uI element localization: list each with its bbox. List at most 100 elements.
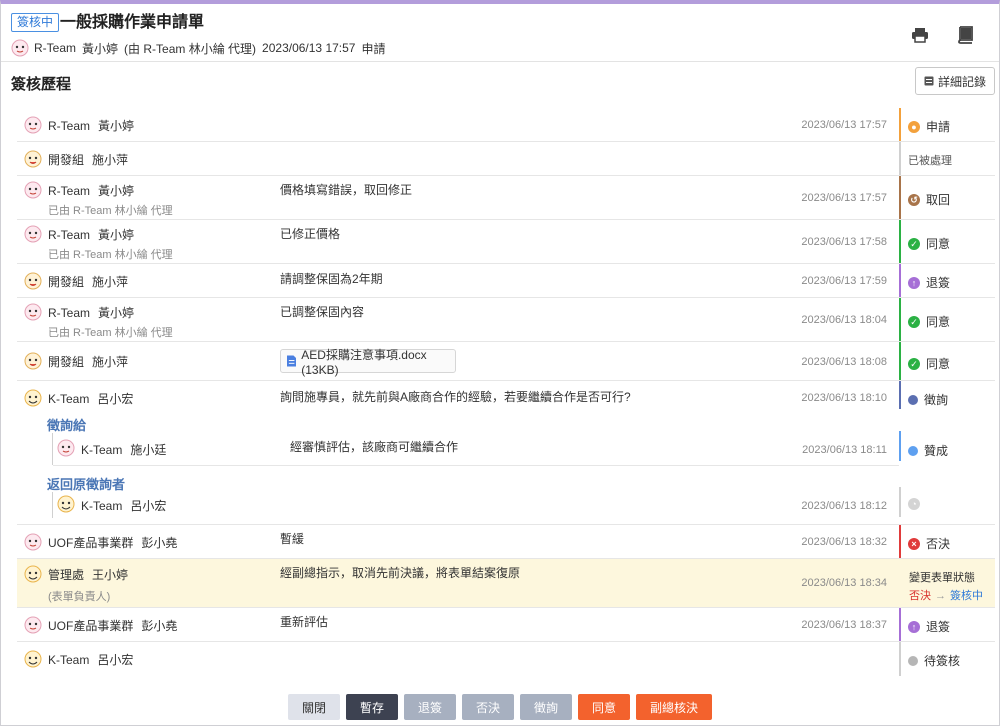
recall-icon: ↺ xyxy=(908,193,920,206)
action-label: 同意 xyxy=(926,315,951,329)
signer-name: R-Team 黃小婷 xyxy=(48,119,135,133)
divider xyxy=(53,465,899,466)
signer-name: K-Team 呂小宏 xyxy=(48,392,134,406)
consult-back-heading: 返回原徵詢者 xyxy=(47,477,126,492)
return-button[interactable]: 退簽 xyxy=(403,694,456,720)
action-label: 否決 xyxy=(926,537,951,551)
signer-name: K-Team 呂小宏 xyxy=(48,653,134,667)
signer-name: UOF產品事業群 彭小堯 xyxy=(48,536,178,550)
timestamp: 2023/06/13 17:59 xyxy=(801,275,887,287)
check-icon: ✓ xyxy=(908,237,920,250)
list-icon xyxy=(924,76,934,86)
action-label: 已被處理 xyxy=(908,155,952,167)
proxy-note: 已由 R-Team 林小綸 代理 xyxy=(48,249,173,261)
action-label: 退簽 xyxy=(926,620,951,634)
history-row: K-Team 呂小宏 待簽核 xyxy=(17,642,995,676)
history-row: UOF產品事業群 彭小堯 暫緩 2023/06/13 18:32 × 否決 xyxy=(17,525,995,559)
vp-decide-button[interactable]: 副總核決 xyxy=(636,694,713,720)
comment: 請調整保固為2年期 xyxy=(280,272,383,286)
timestamp: 2023/06/13 18:12 xyxy=(801,500,887,512)
history-row: R-Team 黃小婷 已由 R-Team 林小綸 代理 已調整保固內容 2023/… xyxy=(17,298,995,342)
avatar xyxy=(24,181,42,199)
timestamp: 2023/06/13 17:57 xyxy=(801,119,887,131)
consultee-name: K-Team 施小廷 xyxy=(81,443,167,457)
arrow-up-icon: ↑ xyxy=(908,620,920,633)
consult-to-heading: 徵詢給 xyxy=(47,418,87,433)
reject-button[interactable]: 否決 xyxy=(461,694,514,720)
form-header: 簽核中 一般採購作業申請單 R-Team 黃小婷 (由 R-Team 林小綸 代… xyxy=(1,4,999,62)
applicant-proxy: (由 R-Team 林小綸 代理) xyxy=(124,41,257,56)
section-title: 簽核歷程 xyxy=(11,76,72,93)
status-change-value: 否決 → 簽核中 xyxy=(909,590,983,602)
dot-icon xyxy=(908,445,918,456)
signer-name: 管理處 王小婷 xyxy=(48,568,129,582)
avatar xyxy=(24,116,42,134)
timestamp: 2023/06/13 17:58 xyxy=(801,236,887,248)
proxy-note: 已由 R-Team 林小綸 代理 xyxy=(48,205,173,217)
action-cell: ↑ 退簽 xyxy=(899,608,995,641)
owner-note: (表單負責人) xyxy=(48,591,111,603)
avatar xyxy=(24,650,42,668)
comment: 已修正價格 xyxy=(280,227,341,241)
print-icon[interactable] xyxy=(909,24,931,46)
action-cell: 徵詢 贊成 ◔ xyxy=(899,381,995,524)
action-label: 徵詢 xyxy=(924,393,949,407)
action-cell: ↑ 退簽 xyxy=(899,264,995,297)
history-row: 開發組 施小萍 AED採購注意事項.docx (13KB) 2023/06/13 … xyxy=(17,342,995,381)
history-row-consult: K-Team 呂小宏 詢問施專員，就先前與A廠商合作的經驗，若要繼續合作是否可行?… xyxy=(17,381,995,525)
applied-time: 2023/06/13 17:57 xyxy=(262,41,356,55)
action-cell: × 否決 xyxy=(899,525,995,558)
tree-line xyxy=(52,433,53,465)
detail-log-button[interactable]: 詳細記錄 xyxy=(915,67,995,95)
timestamp: 2023/06/13 18:32 xyxy=(801,536,887,548)
applicant-user: 黃小婷 xyxy=(82,41,119,56)
avatar xyxy=(24,616,42,634)
history-row: R-Team 黃小婷 已由 R-Team 林小綸 代理 價格填寫錯誤，取回修正 2… xyxy=(17,176,995,220)
avatar xyxy=(24,303,42,321)
signer-name: 開發組 施小萍 xyxy=(48,153,129,167)
comment: 暫緩 xyxy=(280,532,305,546)
history-row: 開發組 施小萍 請調整保固為2年期 2023/06/13 17:59 ↑ 退簽 xyxy=(17,264,995,298)
history-row: R-Team 黃小婷 2023/06/13 17:57 ● 申請 xyxy=(17,108,995,142)
action-cell: ✓ 同意 xyxy=(899,220,995,263)
check-icon: ✓ xyxy=(908,357,920,370)
timestamp: 2023/06/13 17:57 xyxy=(801,192,887,204)
save-draft-button[interactable]: 暫存 xyxy=(345,694,398,720)
timestamp: 2023/06/13 18:37 xyxy=(801,619,887,631)
signer-name: UOF產品事業群 彭小堯 xyxy=(48,619,178,633)
avatar xyxy=(24,352,42,370)
history-row: 開發組 施小萍 已被處理 xyxy=(17,142,995,176)
applicant-team: R-Team xyxy=(34,41,77,55)
timestamp: 2023/06/13 18:34 xyxy=(801,577,887,589)
avatar xyxy=(57,495,75,513)
timestamp: 2023/06/13 18:04 xyxy=(801,314,887,326)
consult-origin-name: K-Team 呂小宏 xyxy=(81,499,167,513)
close-button[interactable]: 關閉 xyxy=(287,694,340,720)
avatar xyxy=(24,565,42,583)
avatar xyxy=(24,533,42,551)
history-row: UOF產品事業群 彭小堯 重新評估 2023/06/13 18:37 ↑ 退簽 xyxy=(17,608,995,642)
action-cell: 已被處理 xyxy=(899,142,995,175)
action-label: 同意 xyxy=(926,357,951,371)
consultee-comment: 經審慎評估，該廠商可繼續合作 xyxy=(290,440,459,454)
action-label: 退簽 xyxy=(926,276,951,290)
consult-button[interactable]: 徵詢 xyxy=(520,694,573,720)
comment: 經副總指示，取消先前決議，將表單結案復原 xyxy=(280,566,521,580)
attachment-link[interactable]: AED採購注意事項.docx (13KB) xyxy=(280,348,456,377)
avatar xyxy=(24,150,42,168)
book-icon[interactable] xyxy=(954,24,976,46)
doc-icon xyxy=(287,355,297,367)
action-cell: ↺ 取回 xyxy=(899,176,995,219)
dot-icon xyxy=(908,394,918,405)
applicant-line: R-Team 黃小婷 (由 R-Team 林小綸 代理) 2023/06/13 … xyxy=(11,39,391,57)
applied-action: 申請 xyxy=(361,41,386,56)
action-cell: ● 申請 xyxy=(899,108,995,141)
check-icon: ✓ xyxy=(908,315,920,328)
form-window: 簽核中 一般採購作業申請單 R-Team 黃小婷 (由 R-Team 林小綸 代… xyxy=(0,0,1000,726)
action-label: 取回 xyxy=(926,193,951,207)
timestamp: 2023/06/13 18:11 xyxy=(802,444,887,456)
avatar xyxy=(24,389,42,407)
agree-button[interactable]: 同意 xyxy=(578,694,631,720)
action-cell: ✓ 同意 xyxy=(899,342,995,380)
form-title: 一般採購作業申請單 xyxy=(60,14,205,31)
